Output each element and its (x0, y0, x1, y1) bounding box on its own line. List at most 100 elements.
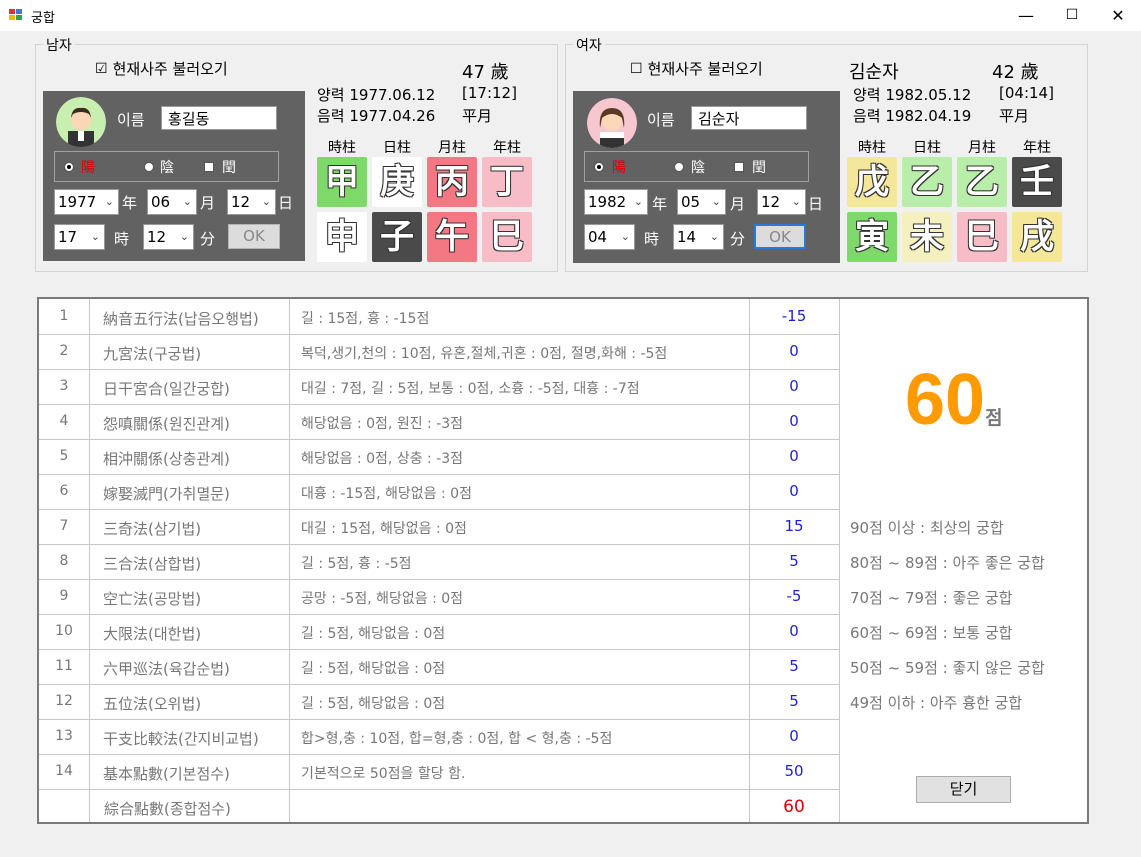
row-number: 1 (59, 308, 69, 324)
grade-item: 50점 ~ 59점 : 좋지 않은 궁합 (850, 659, 1045, 677)
female-year-select[interactable]: 1982 ⌄ (584, 189, 648, 215)
grade-item: 70점 ~ 79점 : 좋은 궁합 (850, 589, 1013, 607)
male-eum-radio[interactable] (144, 162, 154, 172)
grade-item: 60점 ~ 69점 : 보통 궁합 (850, 624, 1013, 642)
method-name: 怨嗔關係(원진관계) (103, 415, 230, 433)
male-year-select[interactable]: 1977 ⌄ (54, 189, 119, 215)
female-day-select[interactable]: 12 ⌄ (757, 189, 806, 215)
pillar-header: 時柱 (328, 140, 356, 156)
branch-tile: 寅 (847, 212, 897, 262)
row-number: 9 (59, 588, 69, 604)
scoring-rule: 대길 : 7점, 길 : 5점, 보통 : 0점, 소흉 : -5점, 대흉 :… (301, 381, 640, 397)
male-yang-radio[interactable] (64, 162, 74, 172)
female-age: 42 歲 (992, 62, 1039, 83)
branch-tile: 巳 (482, 212, 532, 262)
table-row: 5 相沖關係(상충관계) 해당없음 : 0점, 상충 : -3점 0 (39, 439, 839, 474)
female-load-checkbox[interactable]: ☐ 현재사주 불러오기 (630, 58, 763, 79)
pillar-header: 日柱 (913, 140, 941, 156)
table-row: 10 大限法(대한법) 길 : 5점, 해당없음 : 0점 0 (39, 614, 839, 649)
stem-tile: 壬 (1012, 157, 1062, 207)
scoring-rule: 길 : 5점, 흉 : -5점 (301, 556, 412, 572)
hour-unit: 時 (114, 230, 130, 248)
female-minute-select[interactable]: 14 ⌄ (673, 224, 724, 250)
method-name: 納音五行法(납음오행법) (103, 310, 259, 328)
method-name: 日干宮合(일간궁합) (103, 380, 230, 398)
scoring-rule: 공망 : -5점, 해당없음 : 0점 (301, 591, 464, 607)
branch-tile: 戌 (1012, 212, 1062, 262)
pillar-header: 年柱 (1023, 140, 1051, 156)
month-unit: 月 (730, 195, 746, 213)
female-eum-label: 陰 (691, 160, 705, 176)
row-score: 5 (789, 692, 799, 710)
method-name: 空亡法(공망법) (103, 590, 202, 608)
table-row: 6 嫁娶滅門(가취멸문) 대흉 : -15점, 해당없음 : 0점 0 (39, 474, 839, 509)
female-hour-select[interactable]: 04 ⌄ (584, 224, 635, 250)
female-eum-radio[interactable] (674, 162, 684, 172)
stem-tile: 戊 (847, 157, 897, 207)
maximize-button[interactable]: ☐ (1049, 0, 1095, 31)
branch-tile: 午 (427, 212, 477, 262)
row-number: 4 (59, 413, 69, 429)
row-number: 2 (59, 343, 69, 359)
minute-unit: 分 (730, 230, 746, 248)
scoring-rule: 합>형,충 : 10점, 합=형,충 : 0점, 합 < 형,충 : -5점 (301, 731, 613, 747)
method-name: 三合法(삼합법) (103, 555, 202, 573)
scoring-rule: 길 : 15점, 흉 : -15점 (301, 311, 430, 327)
table-row: 8 三合法(삼합법) 길 : 5점, 흉 : -5점 5 (39, 544, 839, 579)
male-group-label: 남자 (43, 35, 75, 55)
male-minute-select[interactable]: 12 ⌄ (143, 224, 194, 250)
row-number: 3 (59, 378, 69, 394)
method-name: 基本點數(기본점수) (103, 765, 230, 783)
female-yun-checkbox[interactable] (734, 162, 744, 172)
close-button[interactable]: 닫기 (916, 776, 1011, 803)
female-yang-radio[interactable] (594, 162, 604, 172)
day-unit: 日 (808, 195, 824, 213)
scoring-rule: 길 : 5점, 해당없음 : 0점 (301, 696, 446, 712)
column-divider (89, 299, 90, 822)
row-score: 0 (789, 727, 799, 745)
male-month-select[interactable]: 06 ⌄ (147, 189, 197, 215)
row-number: 5 (59, 448, 69, 464)
table-row: 12 五位法(오위법) 길 : 5점, 해당없음 : 0점 5 (39, 684, 839, 719)
scoring-rule: 해당없음 : 0점, 원진 : -3점 (301, 416, 464, 432)
male-hour-select[interactable]: 17 ⌄ (54, 224, 105, 250)
female-month-select[interactable]: 05 ⌄ (677, 189, 726, 215)
close-window-button[interactable]: ✕ (1095, 0, 1141, 31)
female-month-type: 平月 (999, 107, 1030, 125)
scoring-rule: 대길 : 15점, 해당없음 : 0점 (301, 521, 467, 537)
row-number: 13 (55, 728, 73, 744)
pillar-header: 月柱 (438, 140, 466, 156)
total-score-cell: 60 (783, 797, 805, 817)
column-divider (749, 299, 750, 822)
table-row: 3 日干宮合(일간궁합) 대길 : 7점, 길 : 5점, 보통 : 0점, 소흉 … (39, 369, 839, 404)
male-yang-label: 陽 (81, 160, 95, 176)
minimize-button[interactable]: — (1003, 0, 1049, 31)
chevron-down-icon: ⌄ (711, 195, 721, 208)
male-ok-button[interactable]: OK (228, 224, 280, 249)
row-score: 0 (789, 447, 799, 465)
method-name: 三奇法(삼기법) (103, 520, 202, 538)
male-day-select[interactable]: 12 ⌄ (227, 189, 276, 215)
row-number: 14 (55, 763, 73, 779)
app-icon (9, 9, 22, 20)
row-number: 7 (59, 518, 69, 534)
female-name-input[interactable]: 김순자 (691, 106, 807, 130)
female-avatar-icon (587, 98, 637, 148)
row-score: 0 (789, 412, 799, 430)
results-table: 1 納音五行法(납음오행법) 길 : 15점, 흉 : -15점 -15 2 九宮法(구궁… (37, 297, 1089, 824)
male-yun-checkbox[interactable] (204, 162, 214, 172)
scoring-rule: 해당없음 : 0점, 상충 : -3점 (301, 451, 464, 467)
scoring-rule: 기본적으로 50점을 할당 함. (301, 766, 466, 782)
stem-tile: 庚 (372, 157, 422, 207)
stem-tile: 乙 (957, 157, 1007, 207)
table-row: 14 基本點數(기본점수) 기본적으로 50점을 할당 함. 50 (39, 754, 839, 789)
male-load-checkbox[interactable]: ☑ 현재사주 불러오기 (95, 58, 228, 79)
branch-tile: 子 (372, 212, 422, 262)
chevron-down-icon: ⌄ (633, 195, 643, 208)
female-ok-button[interactable]: OK (754, 224, 806, 249)
checkbox-unchecked-icon: ☐ (630, 60, 643, 77)
male-name-input[interactable]: 홍길동 (161, 106, 277, 130)
total-score-unit: 점 (985, 407, 1003, 429)
scoring-rule: 대흉 : -15점, 해당없음 : 0점 (301, 486, 472, 502)
chevron-down-icon: ⌄ (709, 230, 719, 243)
